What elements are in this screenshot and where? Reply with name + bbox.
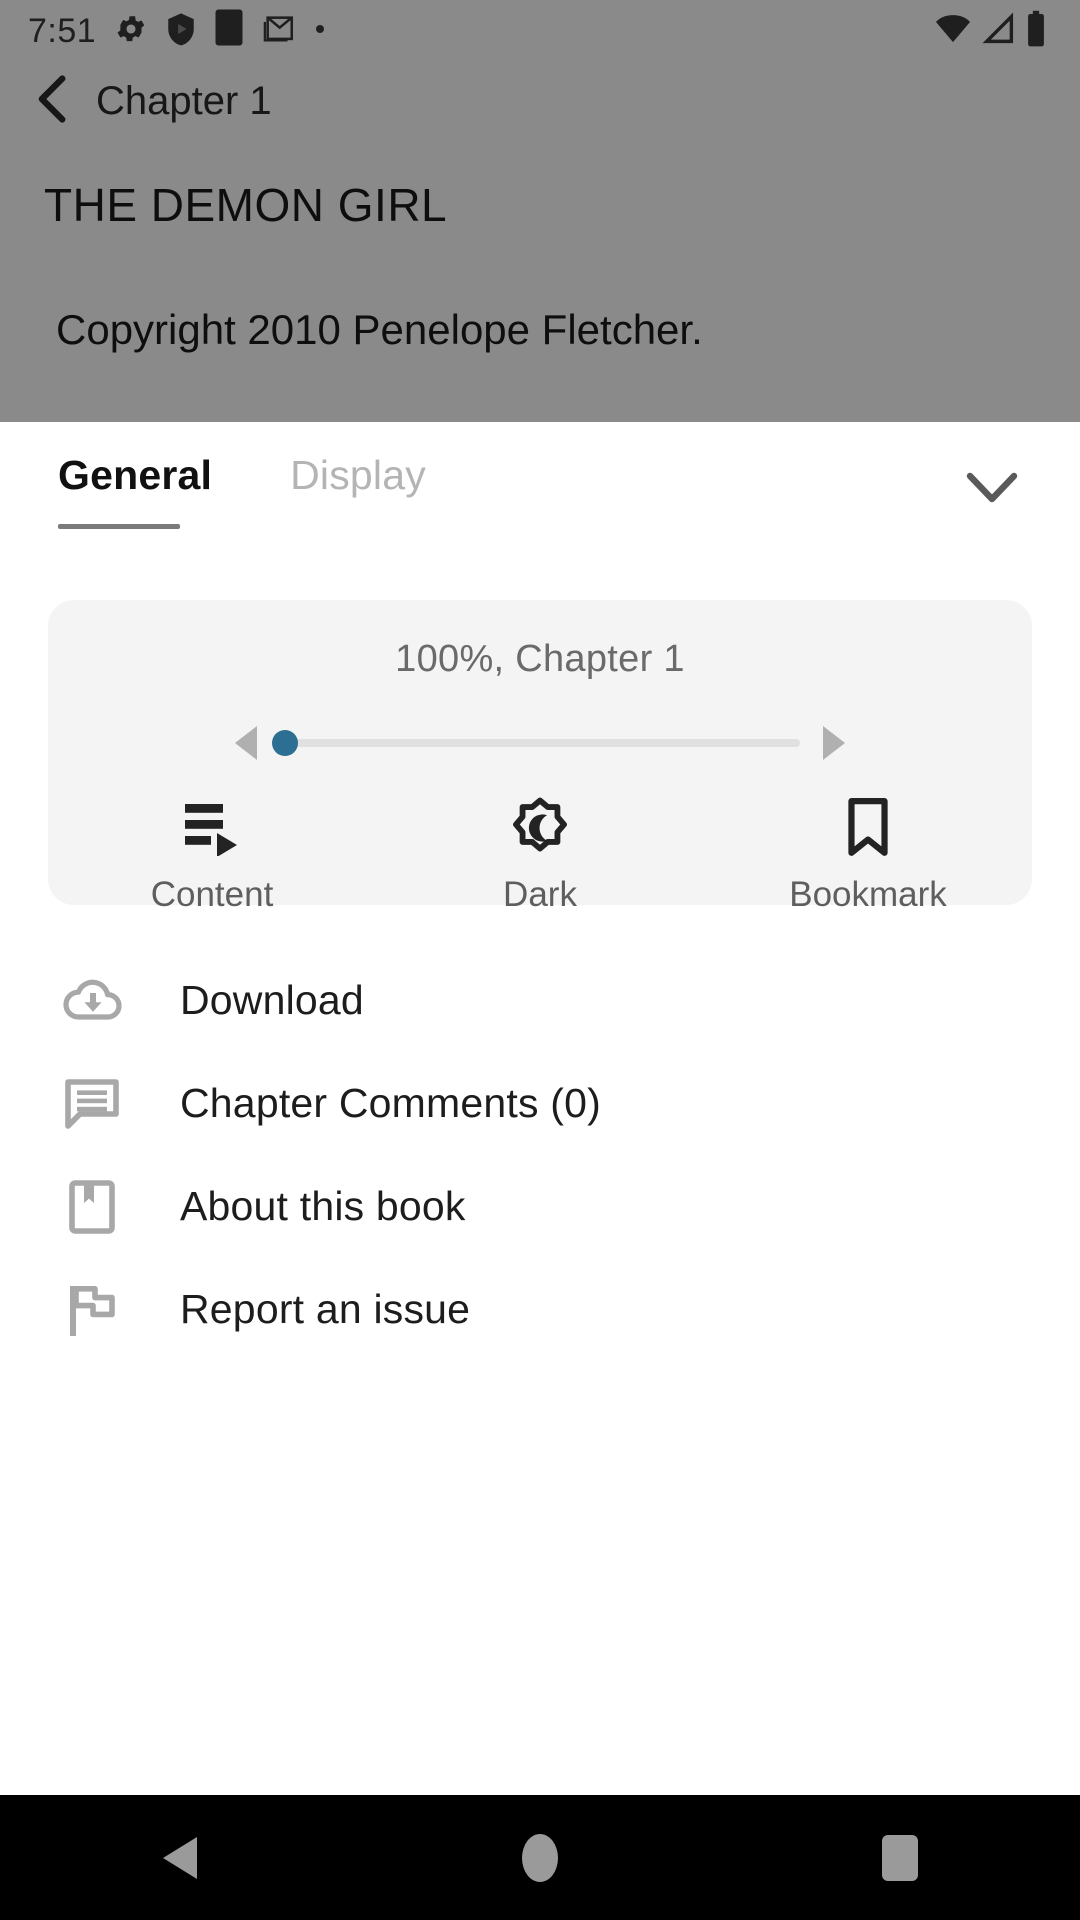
progress-card: 100%, Chapter 1 Content Dark Bookmark — [48, 600, 1032, 914]
tab-display[interactable]: Display — [290, 422, 426, 499]
menu-item-download[interactable]: Download — [0, 949, 1080, 1052]
nav-recents-icon[interactable] — [840, 1813, 960, 1903]
quick-action-label: Bookmark — [789, 875, 947, 914]
tab-general[interactable]: General — [58, 422, 212, 529]
menu-item-label: Download — [180, 977, 364, 1023]
quick-action-label: Dark — [503, 875, 577, 914]
progress-slider-row — [48, 723, 1032, 763]
menu-item-label: Report an issue — [180, 1286, 471, 1332]
quick-action-bookmark[interactable]: Bookmark — [704, 797, 1032, 915]
quick-action-label: Content — [150, 875, 274, 914]
menu-item-about-this-book[interactable]: About this book — [0, 1155, 1080, 1258]
comment-lines-icon — [62, 1074, 122, 1134]
triangle-right-icon[interactable] — [816, 723, 850, 763]
cloud-download-icon — [62, 971, 122, 1031]
progress-slider-track[interactable] — [272, 730, 800, 756]
nav-back-icon[interactable] — [120, 1813, 240, 1903]
android-navigation-bar — [0, 1795, 1080, 1920]
dim-scrim-overlay[interactable] — [0, 0, 1080, 422]
quick-action-dark[interactable]: Dark — [376, 797, 704, 915]
dark-mode-icon — [509, 797, 571, 859]
book-info-icon — [62, 1177, 122, 1237]
table-of-contents-icon — [181, 797, 243, 859]
menu-item-label: About this book — [180, 1183, 466, 1229]
settings-menu-list: Download Chapter Comments (0) About this… — [0, 949, 1080, 1361]
menu-item-chapter-comments[interactable]: Chapter Comments (0) — [0, 1052, 1080, 1155]
reader-settings-sheet: General Display 100%, Chapter 1 Content … — [0, 422, 1080, 1795]
sheet-tab-bar: General Display — [0, 422, 1080, 532]
flag-icon — [62, 1280, 122, 1340]
chevron-down-icon[interactable] — [964, 460, 1020, 516]
quick-action-row: Content Dark Bookmark — [48, 797, 1032, 915]
nav-home-icon[interactable] — [480, 1813, 600, 1903]
quick-action-content[interactable]: Content — [48, 797, 376, 915]
triangle-left-icon[interactable] — [230, 723, 264, 763]
menu-item-label: Chapter Comments (0) — [180, 1080, 601, 1126]
menu-item-report-an-issue[interactable]: Report an issue — [0, 1258, 1080, 1361]
progress-label: 100%, Chapter 1 — [395, 638, 685, 680]
bookmark-icon — [843, 797, 893, 859]
reader-content-area: 7:51 Chapter 1 THE DEMON GIRL Copyright … — [0, 0, 1080, 422]
progress-slider-thumb[interactable] — [272, 730, 298, 756]
